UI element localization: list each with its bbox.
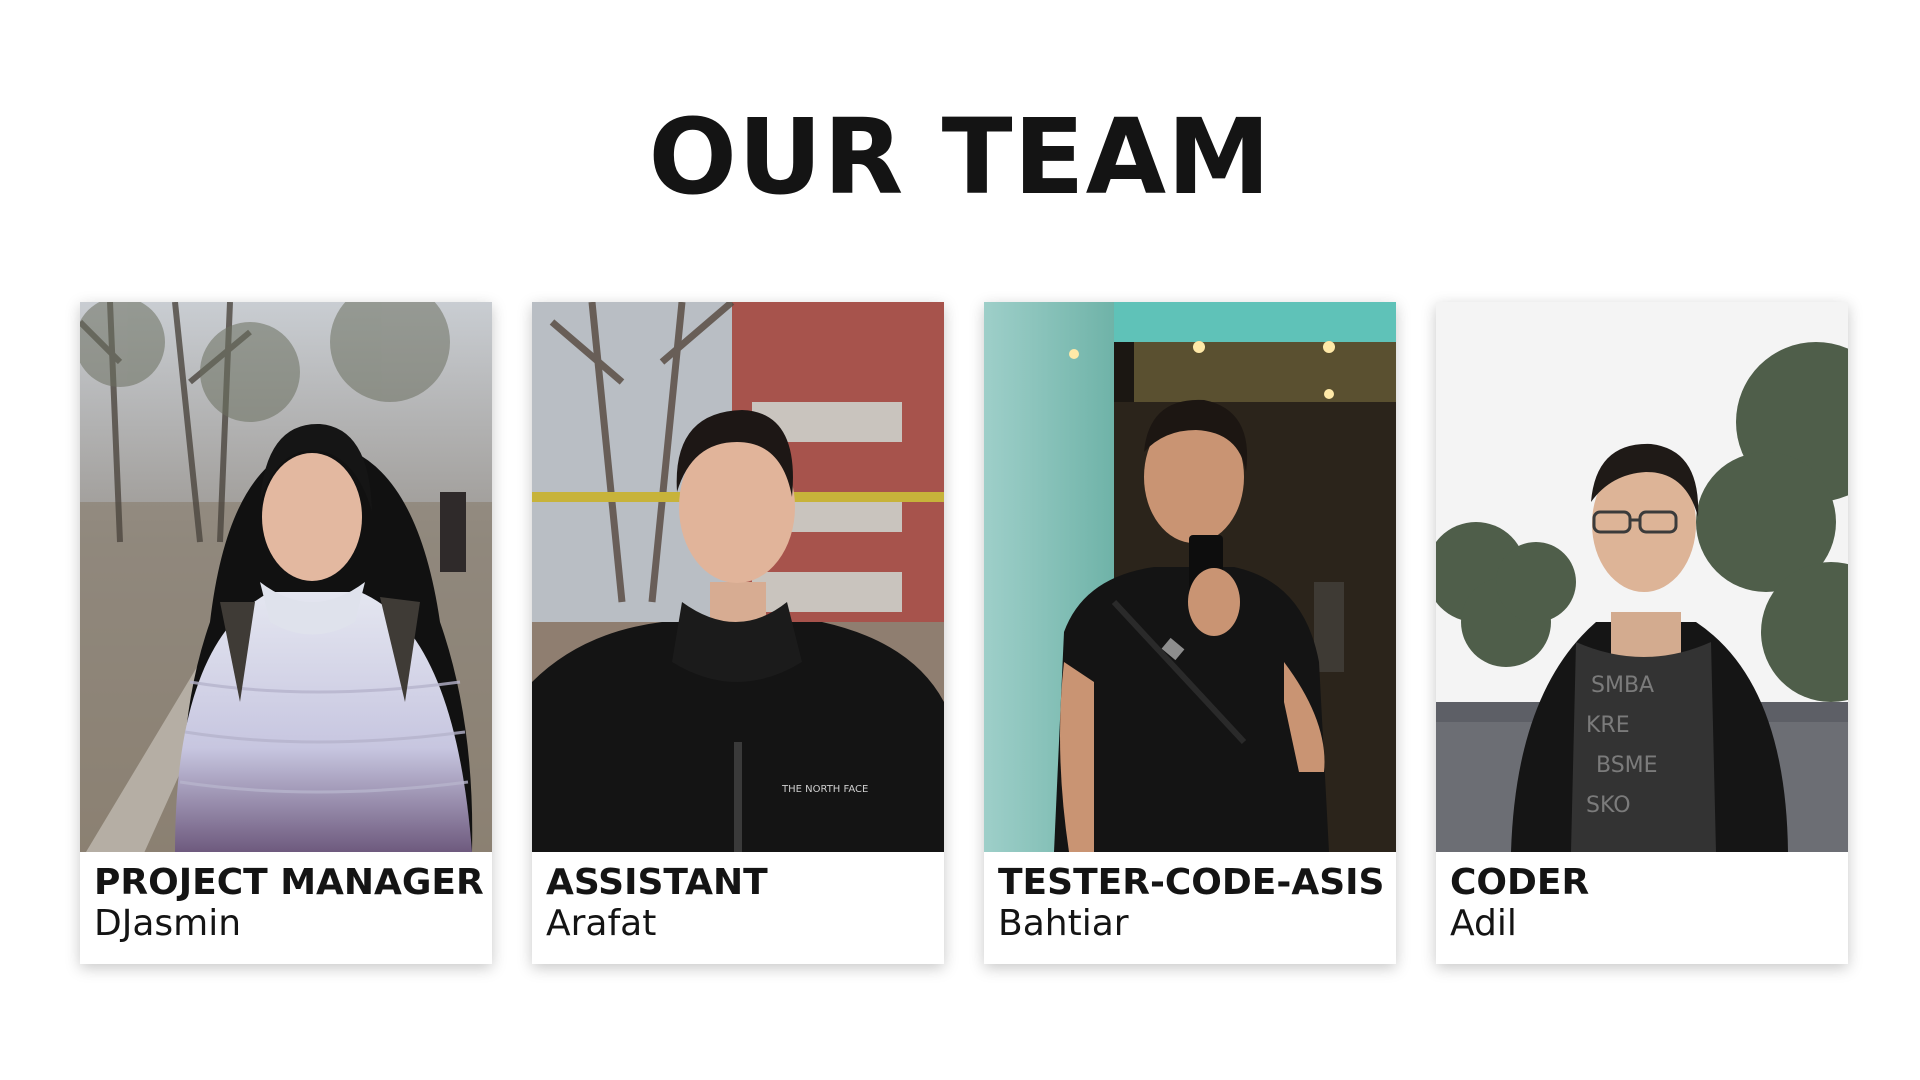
svg-text:SKO: SKO	[1586, 793, 1631, 818]
member-photo: THE NORTH FACE	[532, 302, 944, 852]
page-title: OUR TEAM	[648, 96, 1272, 218]
member-photo	[80, 302, 492, 852]
member-photo: SMBA KRE BSME SKO	[1436, 302, 1848, 852]
team-card: PROJECT MANAGER DJasmin	[80, 302, 492, 964]
slide: OUR TEAM PROJECT MANAGER DJasmin THE NOR…	[0, 0, 1920, 1080]
member-role: ASSISTANT	[546, 862, 768, 903]
member-caption: PROJECT MANAGER DJasmin	[80, 852, 492, 945]
team-card: THE NORTH FACE ASSISTANT Arafat	[532, 302, 944, 964]
member-role: CODER	[1450, 862, 1590, 903]
member-name: Arafat	[546, 903, 657, 945]
svg-text:SMBA: SMBA	[1591, 673, 1654, 698]
member-caption: CODER Adil	[1436, 852, 1848, 945]
member-name: DJasmin	[94, 903, 242, 945]
member-photo	[984, 302, 1396, 852]
team-card: TESTER-CODE-ASIS Bahtiar	[984, 302, 1396, 964]
member-caption: TESTER-CODE-ASIS Bahtiar	[984, 852, 1396, 945]
member-name: Bahtiar	[998, 903, 1129, 945]
svg-text:KRE: KRE	[1586, 713, 1630, 738]
member-caption: ASSISTANT Arafat	[532, 852, 944, 945]
svg-text:THE NORTH FACE: THE NORTH FACE	[781, 784, 868, 795]
member-role: TESTER-CODE-ASIS	[998, 862, 1385, 903]
team-card: SMBA KRE BSME SKO CODER Adil	[1436, 302, 1848, 964]
member-role: PROJECT MANAGER	[94, 862, 484, 903]
member-name: Adil	[1450, 903, 1517, 945]
svg-text:BSME: BSME	[1596, 753, 1658, 778]
team-cards: PROJECT MANAGER DJasmin THE NORTH FACE A…	[80, 302, 1848, 964]
